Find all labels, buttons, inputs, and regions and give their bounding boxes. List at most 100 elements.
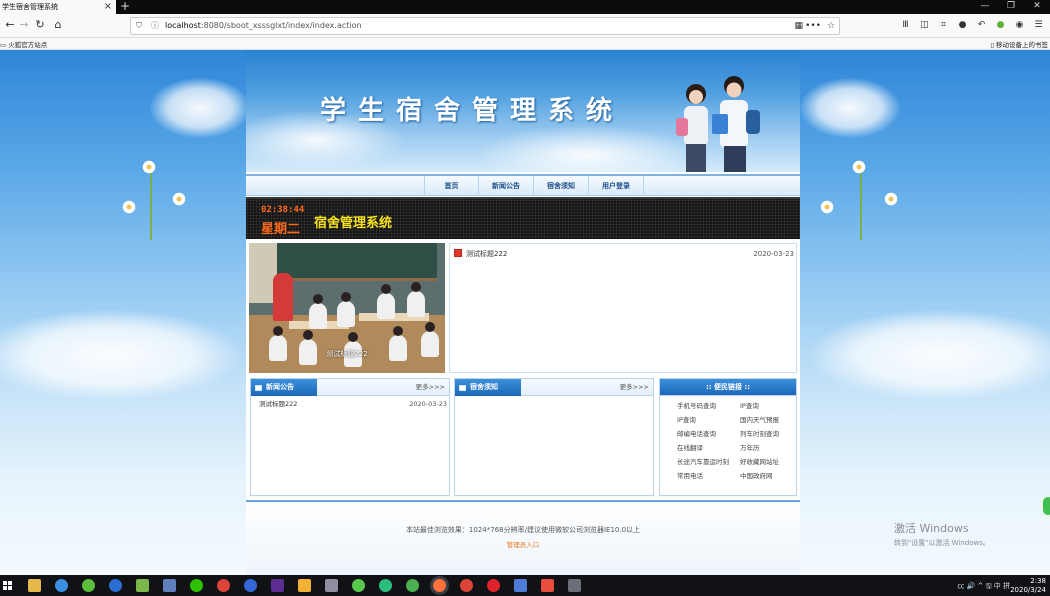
background-cloud (0, 310, 240, 400)
clock-weekday: 星期二 (261, 222, 301, 237)
site-info-icon[interactable]: ⓘ (151, 20, 159, 32)
browser-tab[interactable]: 学生宿舍管理系统 × (0, 0, 116, 14)
start-button-icon[interactable] (3, 581, 12, 590)
extension-icon[interactable]: ● (993, 18, 1008, 32)
qr-code-icon[interactable]: ▦ (794, 20, 803, 32)
wechat-icon[interactable] (190, 579, 203, 592)
taskbar-clock[interactable]: 2:38 2020/3/24 (1010, 577, 1046, 595)
site-banner: 学生宿舍管理系统 (246, 50, 800, 172)
app-icon[interactable] (244, 579, 257, 592)
page-actions-icon[interactable]: ••• (805, 20, 821, 32)
slideshow-image[interactable]: 测试标题222 (249, 243, 445, 373)
windows-taskbar: ㏄ 🔊 ^ 🖫 中 拼 2:38 2020/3/24 (0, 575, 1050, 596)
link-item[interactable]: 列车时刻查询 (740, 428, 797, 440)
file-explorer-icon[interactable] (28, 579, 41, 592)
nav-login[interactable]: 用户登录 (589, 176, 644, 196)
library-icon[interactable]: Ⅲ (898, 18, 913, 32)
minimize-button[interactable]: — (972, 0, 998, 14)
app-icon[interactable] (514, 579, 527, 592)
new-tab-button[interactable]: + (120, 0, 130, 13)
reload-icon[interactable]: ↻ (32, 17, 48, 33)
link-item[interactable]: 万年历 (740, 442, 797, 454)
bookmark-star-icon[interactable]: ☆ (827, 20, 835, 32)
list-item[interactable]: 测试标题222 2020-03-23 (454, 248, 794, 260)
news-panel: 新闻公告 更多>>> 测试标题222 2020-03-23 (250, 378, 450, 496)
list-item[interactable]: 测试标题222 2020-03-23 (259, 399, 447, 410)
panel-title: :: 便民链接 :: (705, 383, 751, 391)
app-icon[interactable] (325, 579, 338, 592)
app-icon[interactable] (136, 579, 149, 592)
bookmark-firefox-site[interactable]: ▭ 火狐官方站点 (0, 39, 47, 49)
bookmark-mobile[interactable]: ▯ 移动设备上的书签 (990, 39, 1048, 49)
app-icon[interactable] (379, 579, 392, 592)
nav-dorm-notice[interactable]: 宿舍须知 (534, 176, 589, 196)
nav-home[interactable]: 首页 (424, 176, 479, 196)
more-link[interactable]: 更多>>> (416, 379, 445, 396)
news-flag-icon (454, 249, 462, 257)
app-icon[interactable] (406, 579, 419, 592)
news-title[interactable]: 测试标题222 (466, 248, 507, 260)
links-grid: 手机号码查询 IP查询 IP查询 国内天气预报 邮编电话查询 列车时刻查询 在线… (677, 400, 797, 482)
sidebar-icon[interactable]: ◫ (917, 18, 932, 32)
page-viewport: 学生宿舍管理系统 首页 新闻公告 宿舍须知 用户登录 02:38:44 星期二 … (0, 50, 1050, 575)
tracking-shield-icon[interactable]: ⛉ (136, 20, 142, 32)
app-icon[interactable] (298, 579, 311, 592)
app-icon[interactable] (109, 579, 122, 592)
tab-close-icon[interactable]: × (104, 0, 112, 13)
restore-button[interactable]: ❐ (998, 0, 1024, 14)
nav-news[interactable]: 新闻公告 (479, 176, 534, 196)
browser-tab-strip: 学生宿舍管理系统 × + — ❐ ✕ (0, 0, 1050, 14)
chrome-icon[interactable] (217, 579, 230, 592)
link-item[interactable]: 常用电话 (677, 470, 740, 482)
chat-icon[interactable]: ● (955, 18, 970, 32)
screenshot-icon[interactable]: ⌗ (936, 18, 951, 32)
clock-time: 02:38:44 (261, 205, 305, 215)
system-tray[interactable]: ㏄ 🔊 ^ 🖫 中 拼 (957, 581, 1010, 593)
url-path: :8080/sboot_xsssglxt/index/index.action (200, 21, 362, 30)
flower-icon (884, 192, 898, 206)
account-icon[interactable]: ◉ (1012, 18, 1027, 32)
clock-system-name: 宿舍管理系统 (314, 216, 393, 231)
app-icon[interactable] (82, 579, 95, 592)
link-item[interactable]: IP查询 (677, 414, 740, 426)
flower-stem (860, 170, 862, 240)
undo-icon[interactable]: ↶ (974, 18, 989, 32)
panel-header: 宿舍须知 更多>>> (455, 379, 653, 396)
firefox-icon[interactable] (433, 579, 446, 592)
app-icon[interactable] (163, 579, 176, 592)
floating-assistant-icon[interactable] (1041, 495, 1050, 517)
opera-icon[interactable] (487, 579, 500, 592)
clock-time: 2:38 (1030, 577, 1046, 585)
link-item[interactable]: 邮编电话查询 (677, 428, 740, 440)
browser-icon[interactable] (55, 579, 68, 592)
close-window-button[interactable]: ✕ (1024, 0, 1050, 14)
app-icon[interactable] (541, 579, 554, 592)
link-item[interactable]: 在线翻译 (677, 442, 740, 454)
link-item[interactable]: 国内天气预报 (740, 414, 797, 426)
menu-icon[interactable]: ☰ (1031, 18, 1046, 32)
link-item[interactable]: 长途汽车靠运时刻 (677, 456, 740, 468)
slideshow-caption[interactable]: 测试标题222 (249, 349, 445, 359)
app-icon[interactable] (568, 579, 581, 592)
url-text[interactable]: localhost:8080/sboot_xsssglxt/index/inde… (165, 21, 362, 30)
link-item[interactable]: 好收藏网站址 (740, 456, 797, 468)
home-icon[interactable]: ⌂ (50, 17, 66, 33)
browser-toolbar: Ⅲ ◫ ⌗ ● ↶ ● ◉ ☰ (898, 18, 1046, 32)
chrome-icon[interactable] (460, 579, 473, 592)
app-icon[interactable] (352, 579, 365, 592)
panel-title: 新闻公告 (266, 383, 294, 391)
forward-icon[interactable]: → (16, 17, 32, 33)
news-title[interactable]: 测试标题222 (259, 400, 297, 408)
photo-student (309, 294, 327, 329)
link-item[interactable]: 中国政府网 (740, 470, 797, 482)
footer-browser-note: 本站最佳浏览效果：1024*768分辨率/建议使用微软公司浏览器IE10.0以上 (405, 526, 641, 534)
url-bar[interactable]: ⛉ ⓘ localhost:8080/sboot_xsssglxt/index/… (130, 17, 840, 35)
more-link[interactable]: 更多>>> (620, 379, 649, 396)
link-item[interactable]: 手机号码查询 (677, 400, 740, 412)
admin-login-link[interactable]: 管理员入口 (246, 539, 800, 549)
panel-header: :: 便民链接 :: (660, 379, 796, 396)
link-item[interactable]: IP查询 (740, 400, 797, 412)
flower-stem (150, 170, 152, 240)
app-icon[interactable] (271, 579, 284, 592)
news-date: 2020-03-23 (409, 400, 447, 408)
